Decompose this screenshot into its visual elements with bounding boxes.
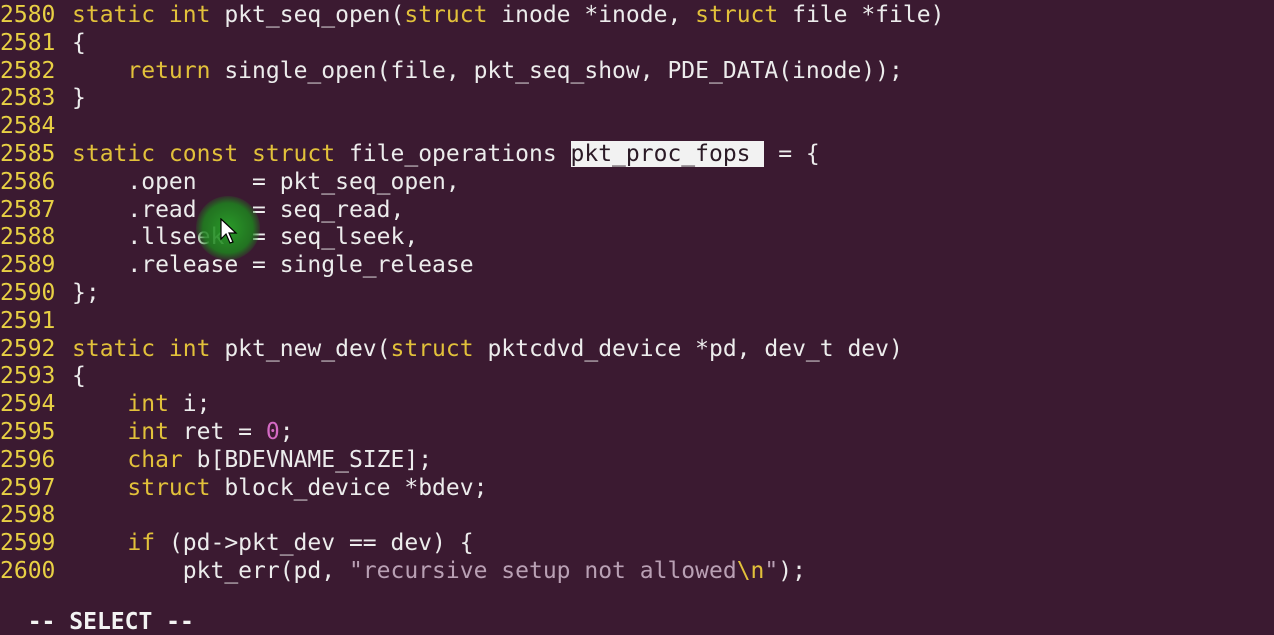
line-number: 2591 (0, 307, 56, 334)
line-number: 2581 (0, 29, 56, 56)
code-token: ; (279, 418, 294, 445)
code-token: pkt_seq_open( (224, 2, 405, 28)
line-number: 2599 (0, 530, 56, 557)
selected-text: pkt_proc_fops (570, 140, 765, 167)
line-number: 2584 (0, 113, 56, 140)
code-token: static int (72, 335, 225, 362)
code-line[interactable]: 2580 static int pkt_seq_open(struct inode… (0, 2, 1274, 30)
code-line[interactable]: 2588 .llseek = seq_lseek, (0, 224, 1274, 252)
status-bar: -- SELECT -- (0, 585, 1274, 635)
code-token: .llseek = seq_lseek, (72, 224, 419, 251)
code-token: .open = pkt_seq_open, (72, 168, 460, 195)
code-token: \n (736, 557, 765, 584)
code-line[interactable]: 2591 (0, 308, 1274, 336)
code-token: int (127, 418, 183, 445)
line-number: 2586 (0, 168, 56, 195)
line-number: 2582 (0, 57, 56, 84)
code-token: struct (390, 335, 488, 362)
code-line[interactable]: 2589 .release = single_release (0, 252, 1274, 280)
line-number: 2587 (0, 196, 56, 223)
mode-indicator: -- SELECT -- (27, 609, 194, 635)
code-token: .read = seq_read, (72, 196, 405, 223)
code-token: ); (778, 557, 806, 584)
code-token: ret = (182, 418, 266, 445)
line-number: 2580 (0, 2, 56, 28)
code-token: { (72, 363, 86, 390)
code-token: (pd->pkt_dev == dev) { (168, 530, 474, 557)
code-token: file_operations (348, 140, 571, 167)
code-token: char (127, 446, 197, 473)
line-number: 2595 (0, 418, 56, 445)
code-token: }; (72, 279, 100, 306)
code-line[interactable]: 2595 int ret = 0; (0, 419, 1274, 447)
line-number: 2596 (0, 446, 56, 473)
code-line[interactable]: 2587 .read = seq_read, (0, 197, 1274, 225)
line-number: 2594 (0, 391, 56, 418)
code-token: struct (695, 2, 793, 28)
code-token: static const struct (72, 140, 349, 167)
code-line[interactable]: 2582 return single_open(file, pkt_seq_sh… (0, 58, 1274, 86)
code-line[interactable]: 2596 char b[BDEVNAME_SIZE]; (0, 447, 1274, 475)
code-token: block_device *bdev; (224, 474, 488, 501)
code-line[interactable]: 2598 (0, 502, 1274, 530)
code-line[interactable]: 2599 if (pd->pkt_dev == dev) { (0, 530, 1274, 558)
line-number: 2585 (0, 140, 56, 167)
code-token: pktcdvd_device *pd, dev_t dev) (487, 335, 903, 362)
line-number: 2593 (0, 363, 56, 390)
code-token: } (72, 85, 86, 112)
line-number: 2583 (0, 85, 56, 112)
line-number: 2598 (0, 502, 56, 529)
code-token: .release = single_release (72, 252, 474, 279)
code-token: pkt_err(pd, (72, 557, 349, 584)
code-token: 0 (265, 418, 280, 445)
code-line[interactable]: 2583} (0, 85, 1274, 113)
code-editor[interactable]: 2580 static int pkt_seq_open(struct inode… (0, 2, 1274, 586)
code-token: if (127, 530, 169, 557)
code-token: file *file) (792, 2, 945, 28)
code-token: single_open(file, pkt_seq_show, PDE_DATA… (224, 57, 903, 84)
code-line[interactable]: 2590}; (0, 280, 1274, 308)
code-line[interactable]: 2594 int i; (0, 391, 1274, 419)
code-token: i; (182, 391, 211, 418)
code-line[interactable]: 2586 .open = pkt_seq_open, (0, 169, 1274, 197)
line-number: 2600 (0, 557, 56, 584)
line-number: 2592 (0, 335, 56, 362)
code-line[interactable]: 2585 static const struct file_operations … (0, 140, 1274, 169)
line-number: 2589 (0, 252, 56, 279)
code-token: return (127, 57, 225, 84)
code-token: b[BDEVNAME_SIZE]; (196, 446, 433, 473)
code-line[interactable]: 2584 (0, 113, 1274, 141)
code-line[interactable]: 2592 static int pkt_new_dev(struct pktcdv… (0, 336, 1274, 364)
code-line[interactable]: 2597 struct block_device *bdev; (0, 475, 1274, 503)
line-number: 2597 (0, 474, 56, 501)
code-token: struct (127, 474, 225, 501)
code-token: int (127, 391, 183, 418)
code-line[interactable]: 2600 pkt_err(pd, "recursive setup not al… (0, 558, 1274, 586)
code-token: = { (764, 140, 820, 167)
code-token: struct (404, 2, 502, 28)
code-token: pkt_new_dev( (224, 335, 391, 362)
line-number: 2590 (0, 279, 56, 306)
code-token: "recursive setup not allowed (348, 557, 737, 584)
code-line[interactable]: 2593 { (0, 363, 1274, 391)
code-token: " (764, 557, 779, 584)
code-line[interactable]: 2581 { (0, 30, 1274, 58)
code-token: static int (72, 2, 225, 28)
code-token: inode *inode, (501, 2, 696, 28)
code-token: { (72, 29, 86, 56)
line-number: 2588 (0, 224, 56, 251)
